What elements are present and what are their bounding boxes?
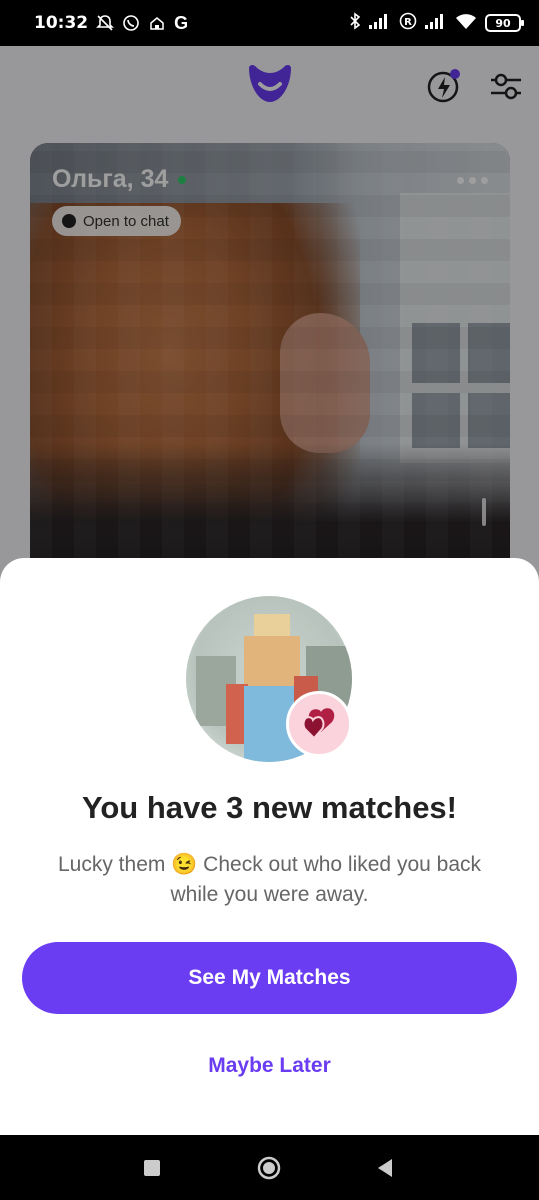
registered-icon: R bbox=[399, 12, 417, 34]
status-time: 10:32 bbox=[34, 13, 89, 33]
status-right-icons: R 90 bbox=[349, 12, 524, 34]
back-icon[interactable] bbox=[372, 1155, 398, 1181]
system-nav-bar bbox=[0, 1135, 539, 1200]
home-icon[interactable] bbox=[256, 1155, 282, 1181]
bluetooth-icon bbox=[349, 12, 361, 34]
signal-icon bbox=[369, 13, 391, 33]
wifi-icon bbox=[455, 12, 477, 34]
signal-icon bbox=[425, 13, 447, 33]
match-avatar-wrap bbox=[186, 596, 352, 762]
status-left-icons: G bbox=[96, 13, 188, 34]
whatsapp-icon bbox=[122, 14, 140, 32]
recents-icon[interactable] bbox=[139, 1155, 165, 1181]
maybe-later-button[interactable]: Maybe Later bbox=[0, 1046, 539, 1086]
home-icon bbox=[148, 14, 166, 32]
status-bar: 10:32 G R 90 bbox=[0, 0, 539, 46]
sheet-title: You have 3 new matches! bbox=[82, 790, 457, 825]
mute-icon bbox=[96, 14, 115, 32]
google-icon: G bbox=[174, 12, 189, 33]
see-my-matches-button[interactable]: See My Matches bbox=[22, 942, 517, 1014]
svg-text:R: R bbox=[404, 17, 412, 28]
matches-bottom-sheet: You have 3 new matches! Lucky them 😉 Che… bbox=[0, 558, 539, 1135]
hearts-icon bbox=[286, 691, 352, 757]
sheet-description: Lucky them 😉 Check out who liked you bac… bbox=[57, 853, 481, 906]
battery-icon: 90 bbox=[485, 14, 524, 32]
